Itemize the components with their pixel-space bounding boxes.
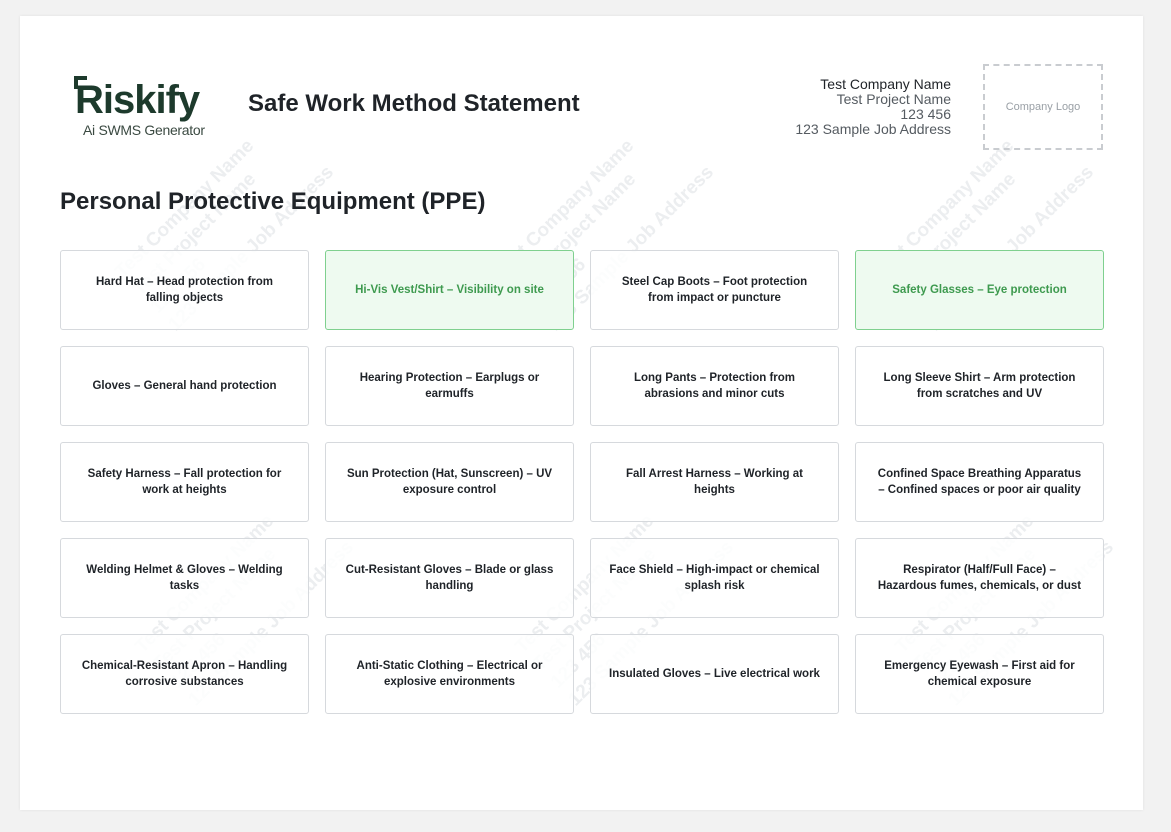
ppe-card[interactable]: Long Pants – Protection from abrasions a… bbox=[590, 346, 839, 426]
company-name: Test Company Name bbox=[820, 76, 951, 92]
ppe-card[interactable]: Welding Helmet & Gloves – Welding tasks bbox=[60, 538, 309, 618]
ppe-card-label: Hi-Vis Vest/Shirt – Visibility on site bbox=[355, 284, 544, 296]
riskify-logo: Riskify Ai SWMS Generator bbox=[74, 74, 215, 144]
ppe-card-label: Welding Helmet & Gloves – Welding tasks bbox=[86, 564, 283, 592]
ppe-card[interactable]: Hard Hat – Head protection from falling … bbox=[60, 250, 309, 330]
ppe-card[interactable]: Fall Arrest Harness – Working at heights bbox=[590, 442, 839, 522]
ppe-card[interactable]: Gloves – General hand protection bbox=[60, 346, 309, 426]
ppe-card[interactable]: Cut-Resistant Gloves – Blade or glass ha… bbox=[325, 538, 574, 618]
document-title: Safe Work Method Statement bbox=[248, 90, 580, 117]
company-logo-placeholder[interactable]: Company Logo bbox=[983, 64, 1103, 150]
ppe-card[interactable]: Sun Protection (Hat, Sunscreen) – UV exp… bbox=[325, 442, 574, 522]
logo-wordmark: Riskify bbox=[75, 78, 200, 122]
ppe-card-label: Confined Space Breathing Apparatus – Con… bbox=[877, 468, 1082, 496]
ppe-card-label: Safety Harness – Fall protection for wor… bbox=[87, 468, 282, 496]
ppe-card-label: Emergency Eyewash – First aid for chemic… bbox=[884, 660, 1075, 688]
ppe-card-label: Fall Arrest Harness – Working at heights bbox=[625, 468, 804, 496]
ppe-card-label: Hearing Protection – Earplugs or earmuff… bbox=[359, 372, 540, 400]
ppe-card-label: Anti-Static Clothing – Electrical or exp… bbox=[356, 660, 543, 688]
company-logo-label: Company Logo bbox=[1005, 101, 1081, 113]
ppe-card-label: Long Pants – Protection from abrasions a… bbox=[633, 372, 795, 400]
ppe-card[interactable]: Chemical-Resistant Apron – Handling corr… bbox=[60, 634, 309, 714]
ppe-card-label: Steel Cap Boots – Foot protection from i… bbox=[621, 276, 808, 304]
ppe-card[interactable]: Anti-Static Clothing – Electrical or exp… bbox=[325, 634, 574, 714]
ppe-card[interactable]: Hi-Vis Vest/Shirt – Visibility on site bbox=[325, 250, 574, 330]
ppe-card[interactable]: Steel Cap Boots – Foot protection from i… bbox=[590, 250, 839, 330]
ppe-grid: Hard Hat – Head protection from falling … bbox=[60, 250, 1104, 714]
ppe-card[interactable]: Safety Glasses – Eye protection bbox=[855, 250, 1104, 330]
ppe-card-label: Gloves – General hand protection bbox=[92, 380, 277, 392]
ppe-card-label: Sun Protection (Hat, Sunscreen) – UV exp… bbox=[346, 468, 553, 496]
ppe-card-label: Insulated Gloves – Live electrical work bbox=[609, 668, 820, 680]
ppe-card[interactable]: Hearing Protection – Earplugs or earmuff… bbox=[325, 346, 574, 426]
ppe-card-label: Face Shield – High-impact or chemical sp… bbox=[609, 564, 820, 592]
ppe-card[interactable]: Face Shield – High-impact or chemical sp… bbox=[590, 538, 839, 618]
ppe-card-label: Respirator (Half/Full Face) – Hazardous … bbox=[877, 564, 1082, 592]
ppe-card[interactable]: Safety Harness – Fall protection for wor… bbox=[60, 442, 309, 522]
logo-subtitle: Ai SWMS Generator bbox=[83, 122, 205, 138]
project-name: Test Project Name bbox=[836, 91, 951, 107]
ppe-card-label: Safety Glasses – Eye protection bbox=[892, 284, 1067, 296]
ppe-card[interactable]: Emergency Eyewash – First aid for chemic… bbox=[855, 634, 1104, 714]
ppe-card[interactable]: Respirator (Half/Full Face) – Hazardous … bbox=[855, 538, 1104, 618]
ppe-card[interactable]: Confined Space Breathing Apparatus – Con… bbox=[855, 442, 1104, 522]
ppe-card-label: Chemical-Resistant Apron – Handling corr… bbox=[81, 660, 288, 688]
job-address: 123 Sample Job Address bbox=[795, 121, 951, 137]
company-info: Test Company Name Test Project Name 123 … bbox=[795, 77, 951, 137]
ppe-card-label: Long Sleeve Shirt – Arm protection from … bbox=[883, 372, 1076, 400]
document-page: Test Company NameTest Project Name123 45… bbox=[20, 16, 1143, 810]
ppe-card-label: Cut-Resistant Gloves – Blade or glass ha… bbox=[345, 564, 554, 592]
project-number: 123 456 bbox=[900, 106, 951, 122]
section-title: Personal Protective Equipment (PPE) bbox=[60, 188, 486, 215]
ppe-card[interactable]: Insulated Gloves – Live electrical work bbox=[590, 634, 839, 714]
ppe-card-label: Hard Hat – Head protection from falling … bbox=[96, 276, 273, 304]
ppe-card[interactable]: Long Sleeve Shirt – Arm protection from … bbox=[855, 346, 1104, 426]
